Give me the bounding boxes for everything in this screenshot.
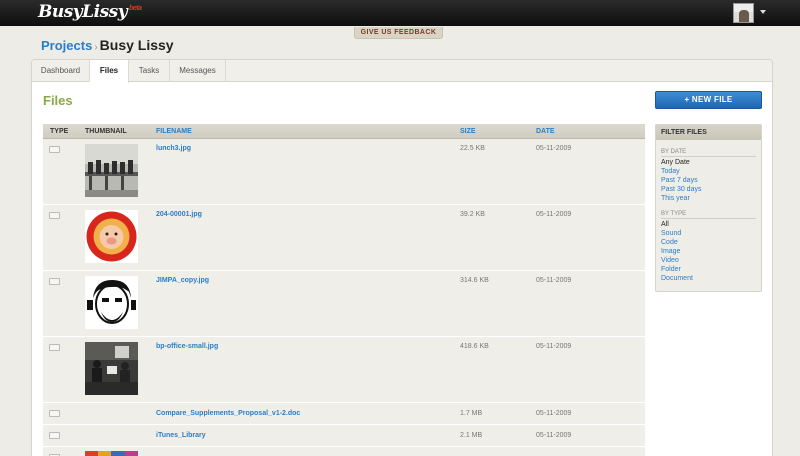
filter-date-past-7-days[interactable]: Past 7 days: [661, 177, 698, 184]
file-size: 39.2 KB: [460, 211, 485, 218]
column-type: TYPE: [50, 128, 69, 135]
filter-date-this-year[interactable]: This year: [661, 195, 690, 202]
filter-panel: FILTER FILES BY DATE Any Date Today Past…: [655, 124, 762, 292]
column-date[interactable]: DATE: [536, 124, 555, 139]
file-date: 05-11-2009: [536, 343, 572, 350]
file-date: 05-11-2009: [536, 410, 572, 417]
table-row[interactable]: lunch3.jpg 22.5 KB 05-11-2009: [43, 139, 645, 205]
table-row[interactable]: 204-00001.jpg 39.2 KB 05-11-2009: [43, 205, 645, 271]
top-bar: BusyLissy beta: [0, 0, 800, 26]
breadcrumb-separator: ›: [94, 42, 98, 53]
thumbnail-office-photo[interactable]: [85, 342, 138, 395]
file-size: 2.1 MB: [460, 432, 483, 439]
chevron-down-icon[interactable]: [760, 10, 766, 14]
files-table: TYPE THUMBNAIL FILENAME SIZE DATE lunch3…: [43, 124, 645, 456]
filter-type-image[interactable]: Image: [661, 248, 680, 255]
breadcrumb: Projects › Busy Lissy: [41, 37, 174, 55]
file-date: 05-11-2009: [536, 277, 572, 284]
logo-text: BusyLissy: [38, 2, 128, 22]
file-date: 05-11-2009: [536, 211, 572, 218]
filter-type-folder[interactable]: Folder: [661, 266, 681, 273]
file-name-link[interactable]: 204-00001.jpg: [156, 211, 202, 218]
file-name-link[interactable]: Compare_Supplements_Proposal_v1-2.doc: [156, 410, 300, 417]
beta-badge: beta: [129, 5, 142, 12]
filter-type-document[interactable]: Document: [661, 275, 693, 282]
table-body: lunch3.jpg 22.5 KB 05-11-2009 204-00001.…: [43, 139, 645, 456]
filter-date-any[interactable]: Any Date: [661, 159, 690, 166]
filter-by-date-label: BY DATE: [661, 149, 756, 157]
file-size: 314.6 KB: [460, 277, 489, 284]
tab-bar: Dashboard Files Tasks Messages: [32, 60, 772, 83]
document-icon: [49, 410, 60, 417]
column-size[interactable]: SIZE: [460, 124, 476, 139]
file-icon: [49, 432, 60, 439]
tab-files[interactable]: Files: [90, 60, 129, 83]
file-size: 418.6 KB: [460, 343, 489, 350]
column-thumbnail: THUMBNAIL: [85, 128, 127, 135]
filter-date-past-30-days[interactable]: Past 30 days: [661, 186, 701, 193]
filter-date-today[interactable]: Today: [661, 168, 680, 175]
table-row[interactable]: JIMPA_copy.jpg 314.6 KB 05-11-2009: [43, 271, 645, 337]
table-row[interactable]: Compare_Supplements_Proposal_v1-2.doc 1.…: [43, 403, 645, 425]
files-heading: Files: [43, 93, 73, 108]
filter-type-all[interactable]: All: [661, 221, 669, 228]
table-row[interactable]: iTunes_Library 2.1 MB 05-11-2009: [43, 425, 645, 447]
tab-tasks[interactable]: Tasks: [129, 60, 170, 82]
thumbnail-piggly-wiggly-logo[interactable]: [85, 210, 138, 263]
table-header: TYPE THUMBNAIL FILENAME SIZE DATE: [43, 124, 645, 139]
avatar-figure: [739, 10, 749, 22]
file-type-icon: [49, 146, 60, 153]
tab-dashboard[interactable]: Dashboard: [32, 60, 90, 82]
table-row[interactable]: bp-office-small.jpg 418.6 KB 05-11-2009: [43, 337, 645, 403]
page-title: Busy Lissy: [99, 37, 174, 53]
file-date: 05-11-2009: [536, 145, 572, 152]
thumbnail-partial[interactable]: [85, 451, 138, 456]
table-row[interactable]: [43, 447, 645, 456]
filter-type-video[interactable]: Video: [661, 257, 679, 264]
file-name-link[interactable]: lunch3.jpg: [156, 145, 191, 152]
filter-type-sound[interactable]: Sound: [661, 230, 681, 237]
thumbnail-lunch-photo[interactable]: [85, 144, 138, 197]
breadcrumb-projects-link[interactable]: Projects: [41, 38, 92, 53]
filter-type-code[interactable]: Code: [661, 239, 678, 246]
file-date: 05-11-2009: [536, 432, 572, 439]
tab-messages[interactable]: Messages: [170, 60, 226, 82]
file-type-icon: [49, 344, 60, 351]
new-file-button[interactable]: + NEW FILE: [655, 91, 762, 109]
file-size: 22.5 KB: [460, 145, 485, 152]
project-panel: Dashboard Files Tasks Messages Files + N…: [31, 59, 773, 456]
filter-heading: FILTER FILES: [656, 125, 761, 140]
file-name-link[interactable]: bp-office-small.jpg: [156, 343, 218, 350]
filter-by-type-label: BY TYPE: [661, 211, 756, 219]
thumbnail-face-drawing[interactable]: [85, 276, 138, 329]
file-name-link[interactable]: JIMPA_copy.jpg: [156, 277, 209, 284]
file-size: 1.7 MB: [460, 410, 483, 417]
feedback-button[interactable]: GIVE US FEEDBACK: [354, 27, 443, 39]
avatar[interactable]: [733, 3, 754, 23]
file-type-icon: [49, 278, 60, 285]
app-logo[interactable]: BusyLissy beta: [38, 2, 142, 22]
file-name-link[interactable]: iTunes_Library: [156, 432, 206, 439]
file-type-icon: [49, 212, 60, 219]
column-filename[interactable]: FILENAME: [156, 124, 192, 139]
